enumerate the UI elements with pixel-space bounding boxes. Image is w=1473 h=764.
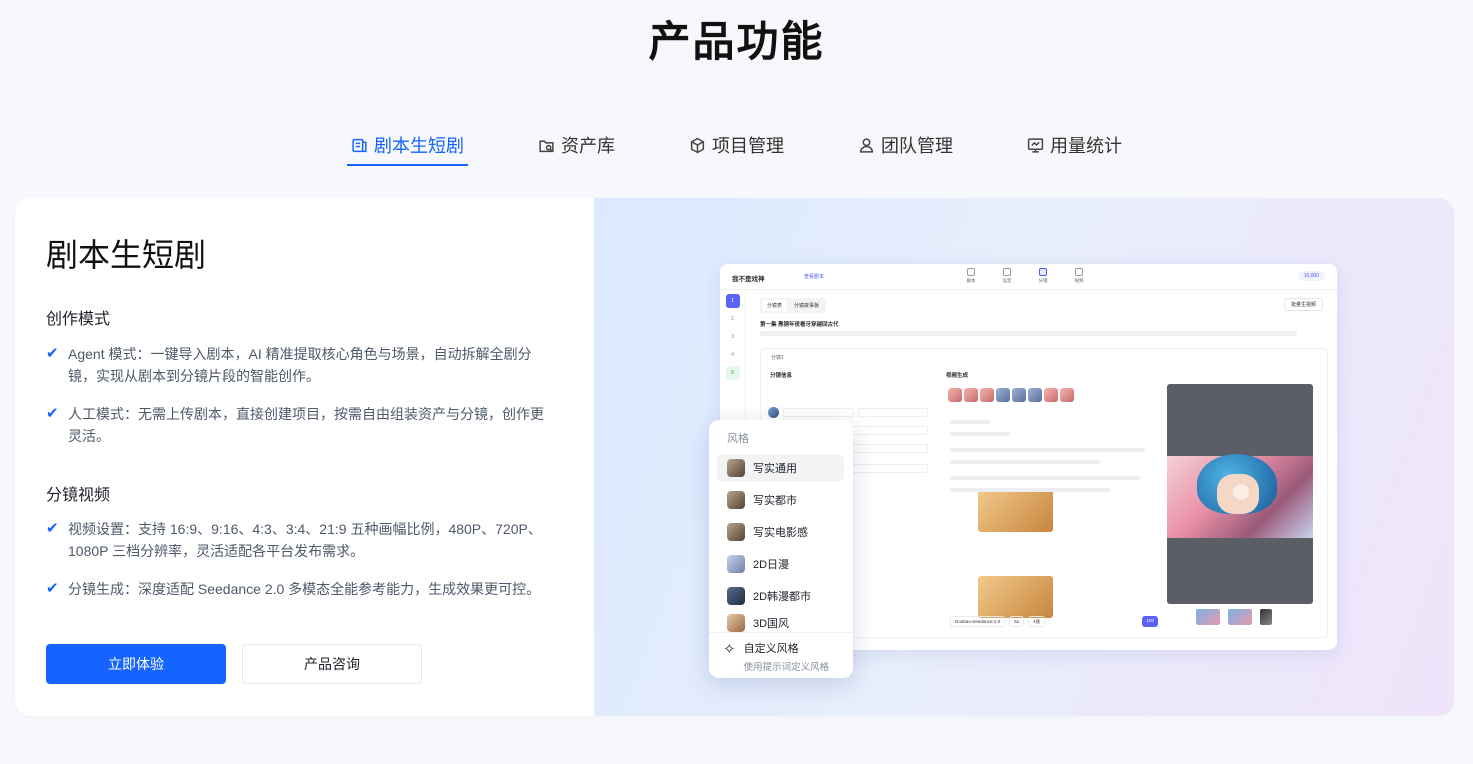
check-icon: ✔ — [46, 520, 59, 537]
video-preview — [1167, 384, 1313, 604]
tab-asset-library[interactable]: 资产库 — [534, 124, 619, 166]
episode-number: 4 — [731, 352, 734, 358]
sparkle-icon: ✧ — [723, 641, 736, 658]
bullet-item: ✔ 分镜生成：深度适配 Seedance 2.0 多模态全能参考能力，生成效果更… — [46, 578, 556, 600]
episode-number: 1 — [725, 294, 740, 308]
asset-icon — [539, 140, 554, 152]
bullet-item: ✔ 人工模式：无需上传剧本，直接创建项目，按需自由组装资产与分镜，创作更灵活。 — [46, 403, 556, 447]
cube-icon — [690, 137, 705, 153]
style-thumbnail — [727, 614, 745, 632]
video-thumbnails — [1196, 609, 1272, 625]
feature-description: 剧本生短剧 创作模式 ✔ Agent 模式：一键导入剧本，AI 精准提取核心角色… — [15, 198, 594, 716]
view-script-link: 查看剧本 — [804, 274, 825, 280]
section-title-creation-mode: 创作模式 — [46, 311, 111, 328]
style-thumbnail — [727, 587, 745, 605]
reference-thumbnails — [948, 388, 1074, 402]
bullet-text: 视频设置：支持 16:9、9:16、4:3、3:4、21:9 五种画幅比例，48… — [68, 521, 542, 559]
generation-settings: Doubao-Seedance-2.0 5s 4张 100 — [950, 615, 1158, 628]
script-icon — [352, 138, 367, 152]
app-topbar: 我不是戏神 查看剧本 剧本 设定 分镜 视频 10,000 — [720, 264, 1337, 290]
episode-number: 5 — [725, 366, 740, 380]
play-icon — [1233, 484, 1249, 500]
style-option[interactable]: 写实都市 — [717, 486, 844, 514]
try-now-button[interactable]: 立即体验 — [46, 644, 226, 684]
feature-title: 剧本生短剧 — [46, 237, 207, 273]
user-icon — [859, 137, 874, 153]
episode-title: 第一集 黑铜年夜看牙穿越回古代 — [760, 322, 839, 328]
style-option[interactable]: 写实通用 — [717, 454, 844, 482]
step-item: 剧本 — [960, 268, 982, 284]
step-item: 视频 — [1068, 268, 1090, 284]
tab-script-to-drama[interactable]: 剧本生短剧 — [347, 124, 468, 166]
tab-usage-stats[interactable]: 用量统计 — [1023, 124, 1126, 166]
check-icon: ✔ — [46, 580, 59, 597]
consult-button[interactable]: 产品咨询 — [242, 644, 422, 684]
style-option[interactable]: 3D国风 — [717, 612, 844, 634]
tab-label: 用量统计 — [1050, 136, 1122, 156]
custom-style-title: 自定义风格 — [743, 643, 799, 655]
page-title: 产品功能 — [648, 18, 825, 65]
style-popup: 风格 写实通用 写实都市 写实电影感 2D日漫 2D韩漫都市 3D国风 ✧ 自定… — [709, 420, 853, 678]
bullet-item: ✔ Agent 模式：一键导入剧本，AI 精准提取核心角色与场景，自动拆解全剧分… — [46, 343, 556, 387]
tab-label: 剧本生短剧 — [374, 136, 464, 156]
batch-generate-button: 批量生视频 — [1283, 298, 1323, 311]
style-popup-title: 风格 — [727, 433, 749, 445]
custom-style-option[interactable]: ✧ 自定义风格 使用提示词定义风格 — [723, 640, 829, 673]
step-indicator: 剧本 设定 分镜 视频 — [960, 268, 1090, 284]
style-thumbnail — [727, 555, 745, 573]
step-item: 分镜 — [1032, 268, 1054, 284]
episode-number: 2 — [731, 316, 734, 322]
chart-icon — [1027, 137, 1044, 153]
custom-style-desc: 使用提示词定义风格 — [743, 662, 830, 673]
tab-label: 项目管理 — [712, 136, 784, 156]
bullet-text: 分镜生成：深度适配 Seedance 2.0 多模态全能参考能力，生成效果更可控… — [68, 581, 541, 597]
video-generation: 视频生成 Doubao-Seedance-2.0 5s 4张 100 — [942, 368, 1164, 636]
shot-header: 分镜1 — [771, 355, 784, 361]
bullet-text: 人工模式：无需上传剧本，直接创建项目，按需自由组装资产与分镜，创作更灵活。 — [68, 406, 544, 444]
style-thumbnail — [727, 523, 745, 541]
style-option[interactable]: 2D日漫 — [717, 550, 844, 578]
step-item: 设定 — [996, 268, 1018, 284]
feature-tabs: 剧本生短剧 资产库 项目管理 团队管理 用量统计 — [0, 124, 1473, 166]
style-thumbnail — [727, 491, 745, 509]
tab-project-management[interactable]: 项目管理 — [685, 124, 788, 166]
episode-description — [760, 331, 1297, 336]
feature-card: 剧本生短剧 创作模式 ✔ Agent 模式：一键导入剧本，AI 精准提取核心角色… — [15, 198, 1454, 716]
check-icon: ✔ — [46, 345, 59, 362]
section-title-storyboard-video: 分镜视频 — [46, 487, 111, 504]
tab-label: 资产库 — [561, 136, 615, 156]
tab-team-management[interactable]: 团队管理 — [854, 124, 957, 166]
credit-badge: 10,000 — [1297, 271, 1325, 281]
episode-number: 3 — [731, 334, 734, 340]
mock-view-tabs: 分镜表 分镜故事板 — [760, 298, 827, 313]
project-title: 我不是戏神 — [732, 276, 765, 283]
bullet-text: Agent 模式：一键导入剧本，AI 精准提取核心角色与场景，自动拆解全剧分镜，… — [68, 346, 532, 384]
style-option[interactable]: 写实电影感 — [717, 518, 844, 546]
style-thumbnail — [727, 459, 745, 477]
tab-label: 团队管理 — [881, 136, 953, 156]
product-preview: 我不是戏神 查看剧本 剧本 设定 分镜 视频 10,000 1 2 3 4 5 … — [594, 198, 1454, 716]
check-icon: ✔ — [46, 405, 59, 422]
style-option[interactable]: 2D韩漫都市 — [717, 582, 844, 610]
bullet-item: ✔ 视频设置：支持 16:9、9:16、4:3、3:4、21:9 五种画幅比例，… — [46, 518, 556, 562]
